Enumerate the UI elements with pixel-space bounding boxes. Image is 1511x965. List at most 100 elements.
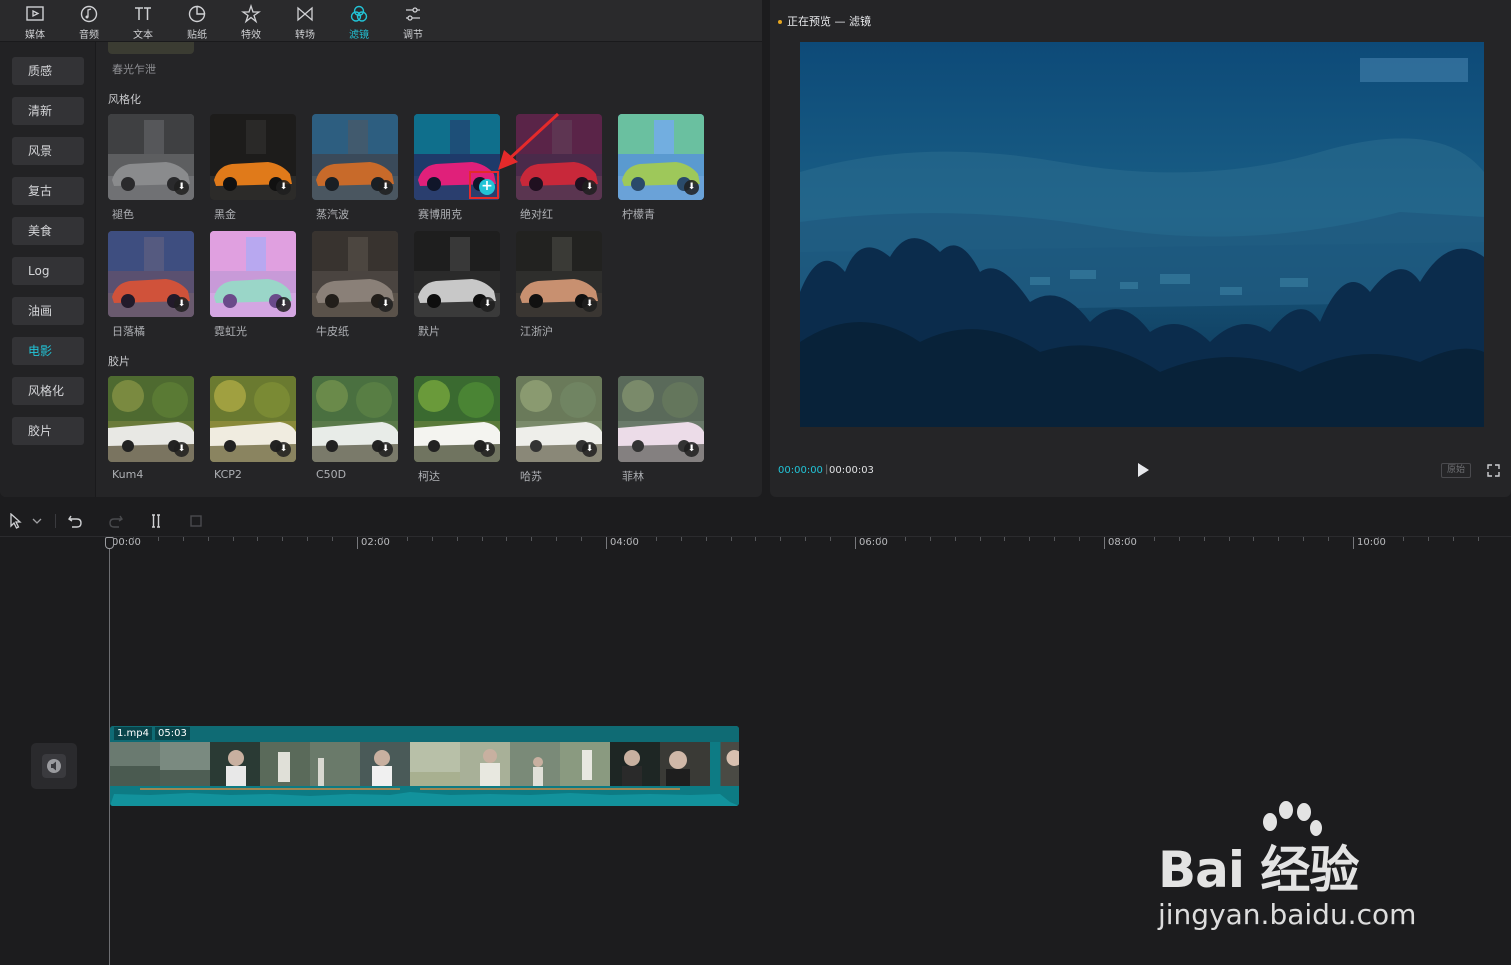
filter-card-ningmengqing[interactable] <box>618 114 704 200</box>
filter-card-nihongguang[interactable] <box>210 231 296 317</box>
split-icon[interactable] <box>148 513 164 529</box>
watermark-url: jingyan.baidu.com <box>1158 898 1417 931</box>
category-fugu[interactable]: 复古 <box>12 177 84 205</box>
filter-card-mopian[interactable] <box>414 231 500 317</box>
ruler-tick <box>1029 537 1031 541</box>
ruler-tick <box>929 537 931 541</box>
ruler-tick <box>581 537 583 541</box>
chevron-down-icon[interactable] <box>31 513 43 529</box>
ruler-tick <box>830 537 832 541</box>
time-separator: | <box>825 464 829 475</box>
video-clip[interactable]: 1.mp4 05:03 <box>110 726 739 806</box>
play-icon[interactable] <box>1136 462 1150 478</box>
ruler-tick <box>904 537 906 541</box>
filter-label-feilin: 菲林 <box>622 470 644 483</box>
delete-icon[interactable] <box>188 513 204 529</box>
category-youhua[interactable]: 油画 <box>12 297 84 325</box>
download-icon[interactable] <box>378 297 393 312</box>
tab-text[interactable]: 文本 <box>116 0 170 42</box>
filter-card-niupizhi[interactable] <box>312 231 398 317</box>
tab-adjust[interactable]: 调节 <box>386 0 440 42</box>
download-icon[interactable] <box>174 180 189 195</box>
tab-audio[interactable]: 音频 <box>62 0 116 42</box>
category-fengjing[interactable]: 风景 <box>12 137 84 165</box>
download-icon[interactable] <box>276 180 291 195</box>
filter-card-heijin[interactable] <box>210 114 296 200</box>
filter-icon <box>350 5 368 22</box>
category-zhigan[interactable]: 质感 <box>12 57 84 85</box>
toolbar-divider <box>55 514 56 528</box>
filter-card-zhengqibo[interactable] <box>312 114 398 200</box>
filter-card-c50d[interactable] <box>312 376 398 462</box>
clip-frame <box>720 742 739 786</box>
filter-card-feilin[interactable] <box>618 376 704 462</box>
download-icon[interactable] <box>582 442 597 457</box>
download-icon[interactable] <box>276 297 291 312</box>
ruler-tick <box>282 537 284 541</box>
fullscreen-icon[interactable] <box>1487 464 1500 477</box>
tab-transition[interactable]: 转场 <box>278 0 332 42</box>
tab-filter[interactable]: 滤镜 <box>332 0 386 42</box>
track-audio-toggle-inner <box>42 754 66 778</box>
filter-thumb-prev[interactable] <box>108 42 194 54</box>
download-icon[interactable] <box>684 180 699 195</box>
download-icon[interactable] <box>582 297 597 312</box>
track-audio-toggle[interactable] <box>31 743 77 789</box>
ruler-tick <box>506 537 508 541</box>
filter-label-nihongguang: 霓虹光 <box>214 325 247 338</box>
ruler-tick <box>531 537 533 541</box>
filter-card-kum4[interactable] <box>108 376 194 462</box>
filter-label-tuise: 褪色 <box>112 208 134 221</box>
tab-effects[interactable]: 特效 <box>224 0 278 42</box>
download-icon[interactable] <box>480 442 495 457</box>
download-icon[interactable] <box>378 180 393 195</box>
category-jiaopian[interactable]: 胶片 <box>12 417 84 445</box>
category-meishi[interactable]: 美食 <box>12 217 84 245</box>
undo-icon[interactable] <box>67 513 83 529</box>
ruler-tick <box>132 537 134 541</box>
filter-card-keda[interactable] <box>414 376 500 462</box>
tab-media[interactable]: 媒体 <box>8 0 62 42</box>
preview-video[interactable] <box>800 42 1484 427</box>
filter-card-jiangzhehu[interactable] <box>516 231 602 317</box>
playhead-handle[interactable] <box>105 537 114 549</box>
watermark: Bai 经验 jingyan.baidu.com <box>1158 800 1458 940</box>
clip-frame <box>510 742 560 786</box>
download-icon[interactable] <box>582 180 597 195</box>
filter-card-hasu[interactable] <box>516 376 602 462</box>
tab-filter-label: 滤镜 <box>349 30 369 41</box>
filter-label-hasu: 哈苏 <box>520 470 542 483</box>
filter-label-c50d: C50D <box>316 468 347 481</box>
select-cursor-icon[interactable] <box>8 513 24 529</box>
tab-transition-label: 转场 <box>295 30 315 41</box>
filter-card-tuise[interactable] <box>108 114 194 200</box>
tab-sticker[interactable]: 贴纸 <box>170 0 224 42</box>
download-icon[interactable] <box>174 442 189 457</box>
download-icon[interactable] <box>276 442 291 457</box>
tab-text-label: 文本 <box>133 30 153 41</box>
ruler-tick <box>979 537 981 541</box>
download-icon[interactable] <box>174 297 189 312</box>
filter-card-kcp2[interactable] <box>210 376 296 462</box>
ruler-tick <box>1402 537 1404 541</box>
ruler-tick <box>257 537 259 541</box>
category-qingxin[interactable]: 清新 <box>12 97 84 125</box>
download-icon[interactable] <box>480 297 495 312</box>
filter-card-saibopengke[interactable]: + <box>414 114 500 200</box>
add-filter-button[interactable]: + <box>479 179 495 195</box>
download-icon[interactable] <box>378 442 393 457</box>
ruler-tick <box>780 537 782 541</box>
ruler-tick <box>431 537 433 541</box>
clip-frame <box>610 742 660 786</box>
ratio-button[interactable]: 原始 <box>1441 463 1471 478</box>
clip-name: 1.mp4 <box>114 727 152 740</box>
download-icon[interactable] <box>684 442 699 457</box>
annotation-arrow-icon <box>498 112 560 170</box>
category-fenggehua[interactable]: 风格化 <box>12 377 84 405</box>
ruler-tick <box>1128 537 1130 541</box>
filter-card-riluoju[interactable] <box>108 231 194 317</box>
timeline-ruler[interactable]: 00:00 02:00 04:00 06:00 08:00 10:00 <box>108 537 1511 551</box>
category-dianying[interactable]: 电影 <box>12 337 84 365</box>
redo-icon[interactable] <box>108 513 124 529</box>
category-log[interactable]: Log <box>12 257 84 285</box>
